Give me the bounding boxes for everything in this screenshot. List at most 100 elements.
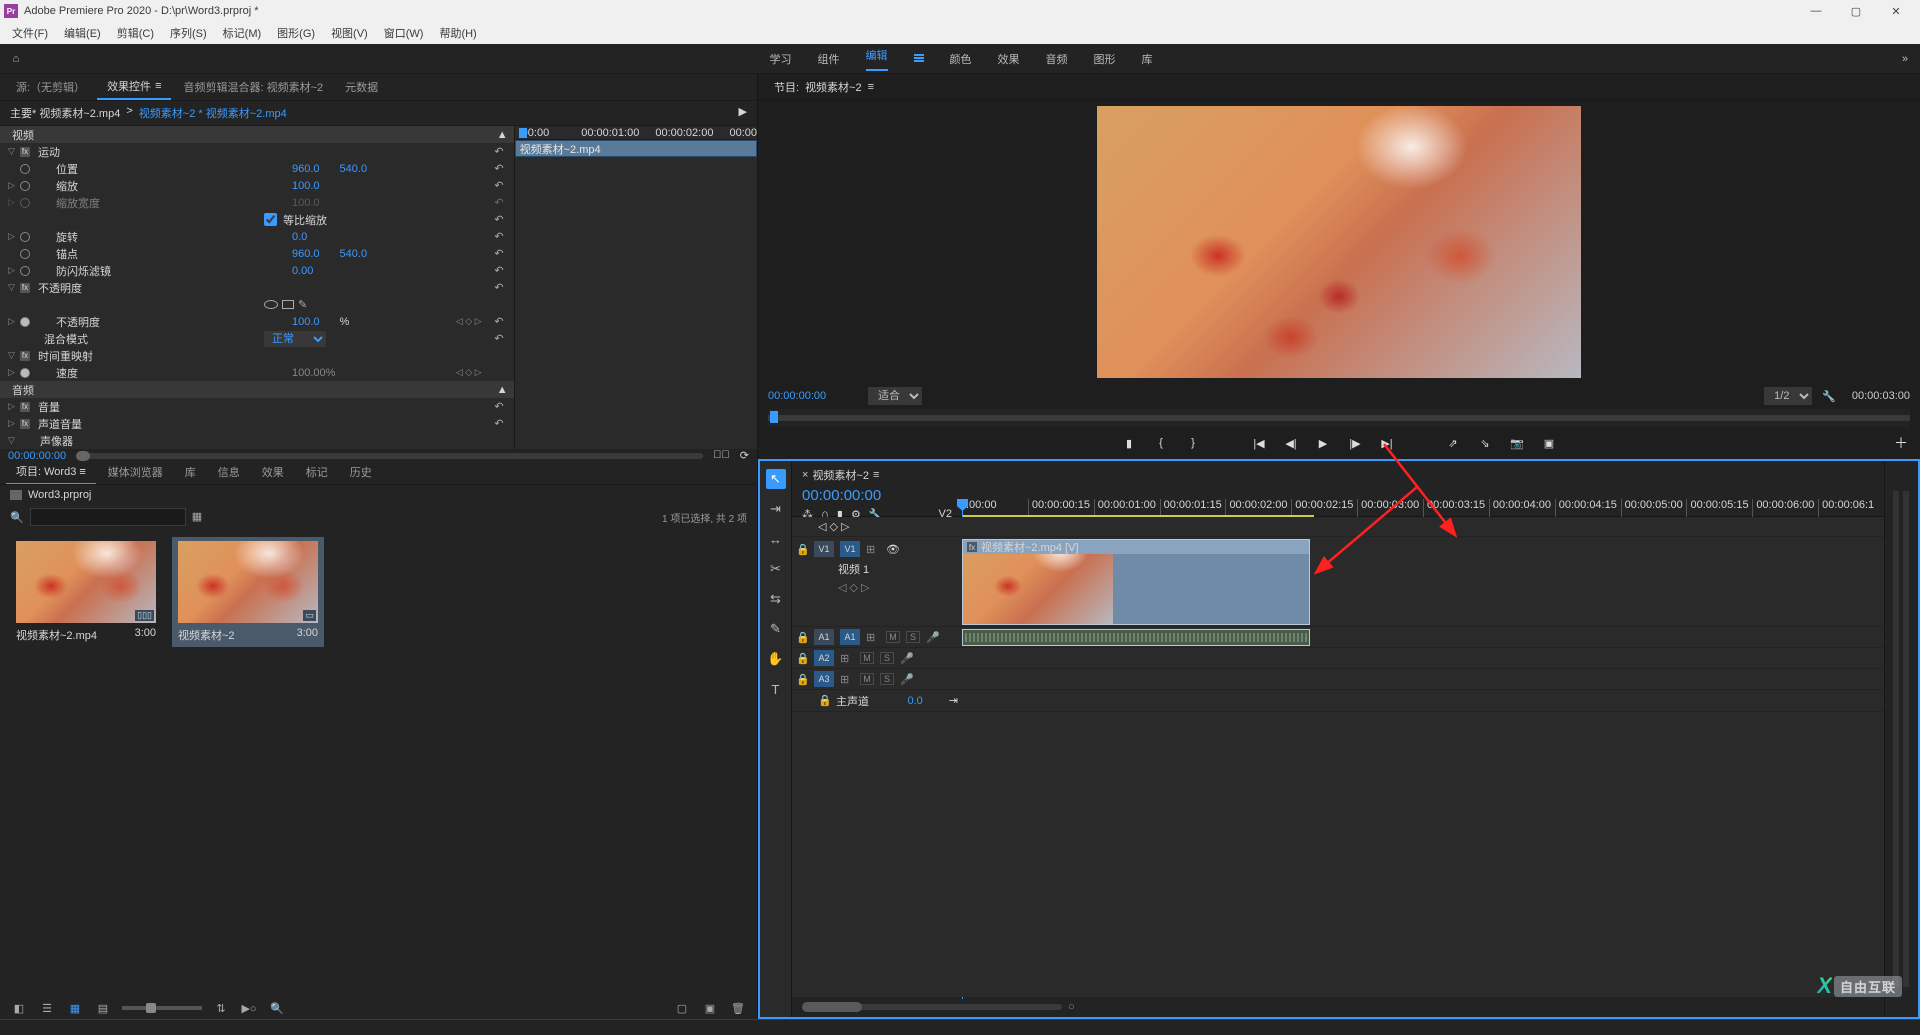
- tab-effect-controls[interactable]: 效果控件≡: [97, 74, 171, 100]
- pen-mask-icon[interactable]: ✎: [298, 298, 310, 311]
- program-tab[interactable]: 节目:视频素材~2≡: [766, 77, 882, 97]
- tab-effects[interactable]: 效果: [252, 460, 294, 484]
- freeform-view-icon[interactable]: ▤: [94, 1000, 112, 1016]
- step-back-icon[interactable]: ◀|: [1282, 434, 1300, 452]
- fx-uniform-scale[interactable]: 等比缩放↶: [0, 211, 514, 228]
- tab-audio-mixer[interactable]: 音频剪辑混合器: 视频素材~2: [173, 75, 333, 99]
- program-scrubber[interactable]: [768, 409, 1910, 427]
- fx-playhead[interactable]: [519, 128, 527, 138]
- solo-toggle[interactable]: S: [906, 631, 920, 643]
- zoom-slider[interactable]: [122, 1006, 202, 1010]
- play-icon[interactable]: ▶: [1314, 434, 1332, 452]
- sequence-tab[interactable]: × 视频素材~2 ≡: [802, 467, 952, 483]
- new-bin-icon[interactable]: ▢: [673, 1000, 691, 1016]
- track-header-a2[interactable]: 🔒A2⊞MS🎤: [792, 648, 962, 669]
- fx-opacity[interactable]: ▽fx不透明度↶: [0, 279, 514, 296]
- filter-icon[interactable]: ▦: [192, 510, 208, 524]
- tab-project[interactable]: 项目: Word3 ≡: [6, 459, 96, 485]
- reset-icon[interactable]: ↶: [494, 145, 503, 158]
- track-header-a1[interactable]: 🔒A1A1⊞MS🎤: [792, 627, 962, 648]
- out-point-icon[interactable]: }: [1184, 434, 1202, 452]
- slip-tool-icon[interactable]: ⇆: [766, 589, 786, 609]
- in-point-icon[interactable]: {: [1152, 434, 1170, 452]
- automate-icon[interactable]: ▶○: [240, 1000, 258, 1016]
- video-clip[interactable]: fx视频素材~2.mp4 [V]: [962, 539, 1310, 625]
- tab-menu-icon[interactable]: ≡: [868, 81, 874, 93]
- fx-rotation[interactable]: ▷旋转0.0↶: [0, 228, 514, 245]
- mute-toggle[interactable]: M: [886, 631, 900, 643]
- hand-tool-icon[interactable]: ✋: [766, 649, 786, 669]
- uniform-scale-checkbox[interactable]: [264, 213, 277, 226]
- close-button[interactable]: ✕: [1876, 0, 1916, 22]
- export-frame-icon[interactable]: 📷: [1508, 434, 1526, 452]
- menu-clip[interactable]: 剪辑(C): [111, 23, 160, 43]
- tab-markers[interactable]: 标记: [296, 460, 338, 484]
- step-forward-icon[interactable]: |▶: [1346, 434, 1364, 452]
- menu-file[interactable]: 文件(F): [6, 23, 54, 43]
- fx-time-ruler[interactable]: :00:0000:00:01:0000:00:02:0000:00: [515, 126, 757, 140]
- fx-panner[interactable]: ▽声像器: [0, 432, 514, 449]
- program-viewer[interactable]: [758, 100, 1920, 383]
- tab-libraries[interactable]: 库: [175, 460, 206, 484]
- fx-antiflicker[interactable]: ▷防闪烁滤镜0.00↶: [0, 262, 514, 279]
- v1-source-patch[interactable]: V1: [814, 541, 834, 557]
- list-view-icon[interactable]: ☰: [38, 1000, 56, 1016]
- extract-icon[interactable]: ⇘: [1476, 434, 1494, 452]
- workspace-learn[interactable]: 学习: [770, 51, 792, 67]
- tab-history[interactable]: 历史: [340, 460, 382, 484]
- a2-target[interactable]: A2: [814, 650, 834, 666]
- track-header-v1[interactable]: 🔒V1V1⊞👁 视频 1 ◁ ◇ ▷: [792, 537, 962, 627]
- go-to-in-icon[interactable]: |◀: [1250, 434, 1268, 452]
- a3-target[interactable]: A3: [814, 671, 834, 687]
- ellipse-mask-icon[interactable]: [264, 300, 278, 309]
- tab-source[interactable]: 源:（无剪辑）: [6, 75, 95, 99]
- go-to-out-icon[interactable]: ▶|: [1378, 434, 1396, 452]
- menu-help[interactable]: 帮助(H): [433, 23, 482, 43]
- fx-opacity-pct[interactable]: ▷不透明度100.0%◁ ◇ ▷↶: [0, 313, 514, 330]
- timeline-zoom-scrollbar[interactable]: [802, 1004, 1062, 1010]
- workspace-libraries[interactable]: 库: [1142, 51, 1153, 67]
- tab-menu-icon[interactable]: ≡: [155, 80, 161, 92]
- project-item[interactable]: ▭ 视频素材~23:00: [172, 537, 324, 647]
- comparison-icon[interactable]: ▣: [1540, 434, 1558, 452]
- razor-tool-icon[interactable]: ✂: [766, 559, 786, 579]
- fx-speed[interactable]: ▷速度100.00%◁ ◇ ▷: [0, 364, 514, 381]
- lift-icon[interactable]: ⇗: [1444, 434, 1462, 452]
- project-item[interactable]: ▯▯▯ 视频素材~2.mp43:00: [10, 537, 162, 647]
- timeline-track-area[interactable]: fx视频素材~2.mp4 [V]: [962, 517, 1884, 997]
- resolution-select[interactable]: 1/2: [1764, 387, 1812, 405]
- footage-icon[interactable]: ◧: [10, 1000, 28, 1016]
- fit-select[interactable]: 适合: [868, 387, 922, 405]
- a1-target[interactable]: A1: [840, 629, 860, 645]
- program-playhead[interactable]: [770, 411, 778, 423]
- tab-media-browser[interactable]: 媒体浏览器: [98, 460, 173, 484]
- fx-volume[interactable]: ▷fx音量↶: [0, 398, 514, 415]
- fx-breadcrumb-link[interactable]: 视频素材~2 * 视频素材~2.mp4: [139, 105, 287, 121]
- timeline-timecode[interactable]: 00:00:00:00: [802, 487, 952, 504]
- workspace-editing[interactable]: 编辑: [866, 47, 888, 71]
- delete-icon[interactable]: 🗑: [729, 1000, 747, 1016]
- fx-scrollbar[interactable]: [76, 453, 703, 459]
- ripple-tool-icon[interactable]: ↔: [766, 529, 786, 549]
- track-select-tool-icon[interactable]: ⇥: [766, 499, 786, 519]
- menu-window[interactable]: 窗口(W): [378, 23, 430, 43]
- voice-icon[interactable]: 🎤: [926, 631, 940, 644]
- workspace-effects[interactable]: 效果: [998, 51, 1020, 67]
- workspace-overflow-icon[interactable]: »: [1890, 53, 1920, 65]
- menu-sequence[interactable]: 序列(S): [164, 23, 213, 43]
- workspace-color[interactable]: 颜色: [950, 51, 972, 67]
- selection-tool-icon[interactable]: ↖: [766, 469, 786, 489]
- rect-mask-icon[interactable]: [282, 300, 294, 309]
- fx-anchor[interactable]: 锚点960.0540.0↶: [0, 245, 514, 262]
- home-icon[interactable]: ⌂: [0, 44, 32, 74]
- search-input[interactable]: [30, 508, 186, 526]
- lock-icon[interactable]: 🔒: [796, 543, 808, 556]
- fx-scale[interactable]: ▷缩放100.0↶: [0, 177, 514, 194]
- track-header-a3[interactable]: 🔒A3⊞MS🎤: [792, 669, 962, 690]
- marker-icon[interactable]: ▮: [1120, 434, 1138, 452]
- menu-marker[interactable]: 标记(M): [217, 23, 268, 43]
- find-icon[interactable]: 🔍: [268, 1000, 286, 1016]
- sort-icon[interactable]: ⇅: [212, 1000, 230, 1016]
- fx-channel-volume[interactable]: ▷fx声道音量↶: [0, 415, 514, 432]
- track-header-v2[interactable]: ◁ ◇ ▷: [792, 517, 962, 537]
